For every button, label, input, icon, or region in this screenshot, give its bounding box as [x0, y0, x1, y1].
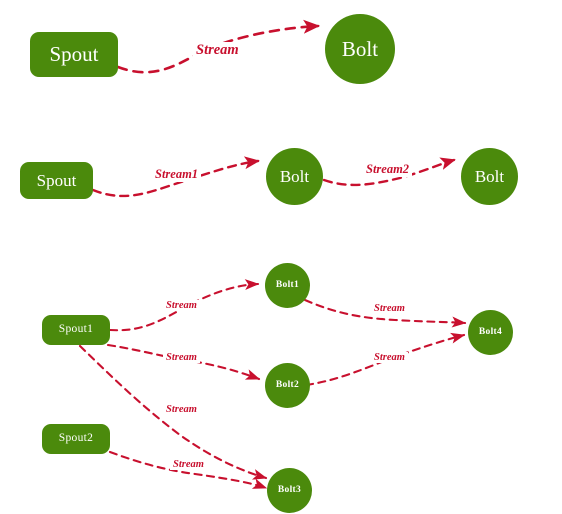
edge-label-spout1-bolt1: Stream: [163, 300, 200, 311]
node-bolt-second[interactable]: Bolt: [461, 148, 518, 205]
node-spout[interactable]: Spout: [30, 32, 118, 77]
node-bolt2[interactable]: Bolt2: [265, 363, 310, 408]
node-bolt1[interactable]: Bolt1: [265, 263, 310, 308]
edge-label-spout2-bolt3: Stream: [170, 459, 207, 470]
edge-label-bolt1-bolt4: Stream: [371, 303, 408, 314]
node-bolt4[interactable]: Bolt4: [468, 310, 513, 355]
node-spout1[interactable]: Spout1: [42, 315, 110, 345]
node-spout2[interactable]: Spout2: [42, 424, 110, 454]
edge-label-spout1-bolt2: Stream: [163, 352, 200, 363]
diagram-canvas: Spout Bolt Stream Spout Bolt Bolt Stream…: [0, 0, 562, 514]
edge-label-stream: Stream: [193, 42, 242, 59]
node-bolt-first[interactable]: Bolt: [266, 148, 323, 205]
edge-label-stream2: Stream2: [363, 162, 413, 177]
node-bolt3[interactable]: Bolt3: [267, 468, 312, 513]
node-bolt[interactable]: Bolt: [325, 14, 395, 84]
node-spout[interactable]: Spout: [20, 162, 93, 199]
edge-label-spout1-bolt3: Stream: [163, 404, 200, 415]
edge-label-bolt2-bolt4: Stream: [371, 352, 408, 363]
edge-label-stream1: Stream1: [152, 167, 202, 182]
